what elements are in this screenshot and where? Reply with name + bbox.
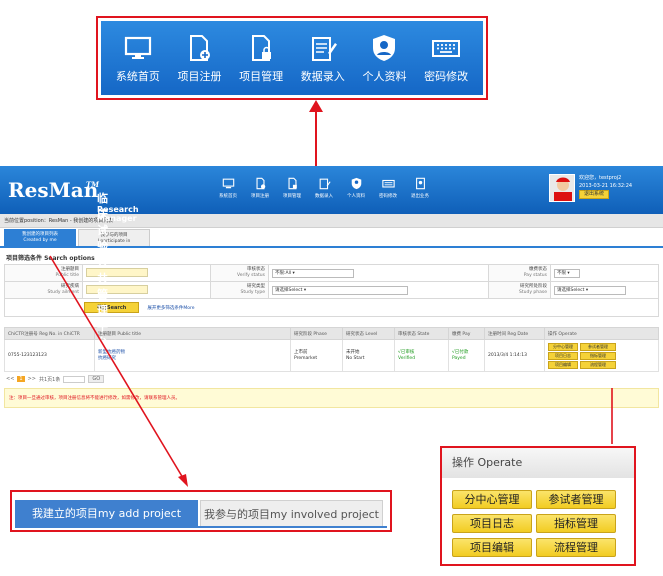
operate-title: 操作 Operate bbox=[442, 448, 634, 478]
zoom-operate-callout: 操作 Operate 分中心管理 参试者管理 项目日志 指标管理 项目编辑 流程… bbox=[440, 446, 636, 566]
participant-manage-button[interactable]: 参试者管理 bbox=[536, 490, 616, 509]
zoom-tab-my-involved-project[interactable]: 我参与的项目my involved project bbox=[200, 500, 383, 526]
arrow-to-tabs bbox=[49, 255, 184, 479]
zoom-tabs-callout: 我建立的项目my add project 我参与的项目my involved p… bbox=[10, 490, 392, 532]
project-log-button[interactable]: 项目日志 bbox=[452, 514, 532, 533]
zoom-tab-bar: 我建立的项目my add project 我参与的项目my involved p… bbox=[15, 500, 387, 528]
arrow-to-tabs-head bbox=[178, 474, 188, 487]
zoom-tab-my-add-project[interactable]: 我建立的项目my add project bbox=[15, 500, 198, 526]
project-edit-button[interactable]: 项目编辑 bbox=[452, 538, 532, 557]
process-manage-button[interactable]: 流程管理 bbox=[536, 538, 616, 557]
center-manage-button[interactable]: 分中心管理 bbox=[452, 490, 532, 509]
operate-button-grid: 分中心管理 参试者管理 项目日志 指标管理 项目编辑 流程管理 bbox=[442, 478, 634, 557]
indicator-manage-button[interactable]: 指标管理 bbox=[536, 514, 616, 533]
